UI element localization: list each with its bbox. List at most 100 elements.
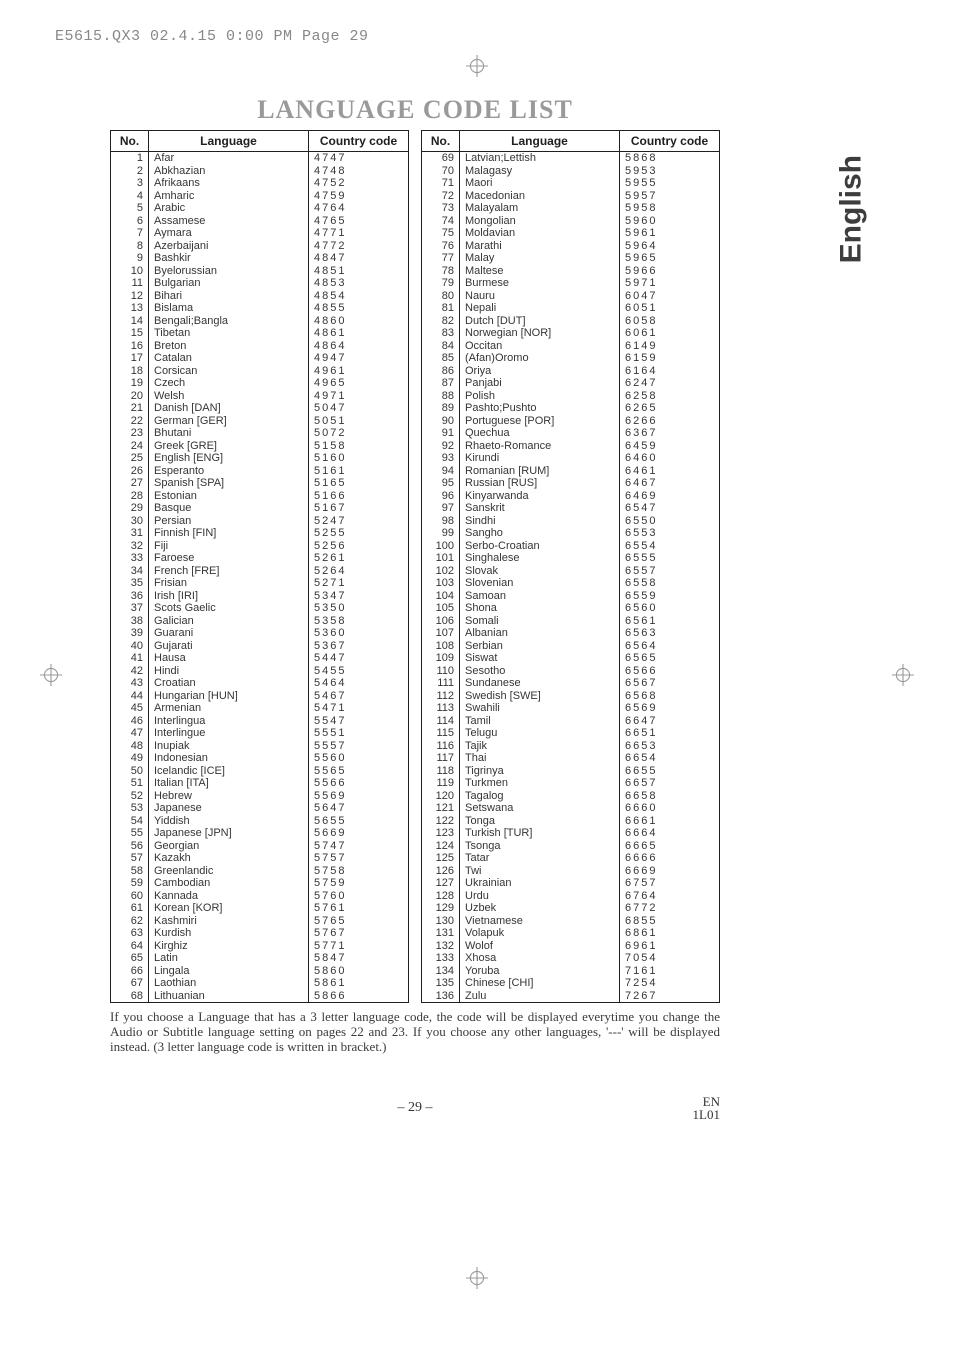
cell-code: 6258 xyxy=(620,390,720,403)
table-row: 1Afar4747 xyxy=(111,152,409,165)
cell-no: 124 xyxy=(422,840,460,853)
cell-lang: Korean [KOR] xyxy=(149,902,309,915)
cell-no: 51 xyxy=(111,777,149,790)
table-row: 129Uzbek6772 xyxy=(422,902,720,915)
table-row: 56Georgian5747 xyxy=(111,840,409,853)
table-row: 37Scots Gaelic5350 xyxy=(111,602,409,615)
table-row: 46Interlingua5547 xyxy=(111,715,409,728)
cell-lang: Tsonga xyxy=(460,840,620,853)
cell-no: 46 xyxy=(111,715,149,728)
cell-lang: Bislama xyxy=(149,302,309,315)
table-row: 89Pashto;Pushto6265 xyxy=(422,402,720,415)
table-row: 63Kurdish5767 xyxy=(111,927,409,940)
cell-code: 4854 xyxy=(309,290,409,303)
cell-lang: Siswat xyxy=(460,652,620,665)
table-row: 105Shona6560 xyxy=(422,602,720,615)
cell-no: 92 xyxy=(422,440,460,453)
cell-no: 9 xyxy=(111,252,149,265)
cell-lang: Welsh xyxy=(149,390,309,403)
cell-code: 5860 xyxy=(309,965,409,978)
cell-no: 69 xyxy=(422,152,460,165)
cell-code: 4965 xyxy=(309,377,409,390)
cell-lang: Maori xyxy=(460,177,620,190)
cell-no: 73 xyxy=(422,202,460,215)
cell-no: 76 xyxy=(422,240,460,253)
cell-no: 3 xyxy=(111,177,149,190)
cell-no: 101 xyxy=(422,552,460,565)
table-row: 74Mongolian5960 xyxy=(422,215,720,228)
table-row: 62Kashmiri5765 xyxy=(111,915,409,928)
cell-lang: Fiji xyxy=(149,540,309,553)
cell-no: 132 xyxy=(422,940,460,953)
cell-no: 10 xyxy=(111,265,149,278)
table-row: 103Slovenian6558 xyxy=(422,577,720,590)
cell-lang: Volapuk xyxy=(460,927,620,940)
print-slug: E5615.QX3 02.4.15 0:00 PM Page 29 xyxy=(55,28,369,45)
cell-no: 7 xyxy=(111,227,149,240)
cell-no: 100 xyxy=(422,540,460,553)
cell-code: 7161 xyxy=(620,965,720,978)
table-row: 19Czech4965 xyxy=(111,377,409,390)
table-row: 72Macedonian5957 xyxy=(422,190,720,203)
language-table-left: No. Language Country code 1Afar47472Abkh… xyxy=(110,130,409,1003)
cell-no: 39 xyxy=(111,627,149,640)
cell-code: 6658 xyxy=(620,790,720,803)
cell-no: 112 xyxy=(422,690,460,703)
cell-code: 5072 xyxy=(309,427,409,440)
cell-no: 127 xyxy=(422,877,460,890)
cell-code: 5160 xyxy=(309,452,409,465)
cell-no: 117 xyxy=(422,752,460,765)
table-row: 45Armenian5471 xyxy=(111,702,409,715)
col-code: Country code xyxy=(620,131,720,152)
cell-lang: Macedonian xyxy=(460,190,620,203)
cell-code: 5167 xyxy=(309,502,409,515)
cell-lang: Irish [IRI] xyxy=(149,590,309,603)
table-row: 48Inupiak5557 xyxy=(111,740,409,753)
cell-code: 6149 xyxy=(620,340,720,353)
cell-code: 6655 xyxy=(620,765,720,778)
cell-code: 5360 xyxy=(309,627,409,640)
cell-no: 70 xyxy=(422,165,460,178)
cell-no: 22 xyxy=(111,415,149,428)
cell-lang: Tatar xyxy=(460,852,620,865)
cell-no: 97 xyxy=(422,502,460,515)
cell-no: 115 xyxy=(422,727,460,740)
table-row: 77Malay5965 xyxy=(422,252,720,265)
cell-lang: Afrikaans xyxy=(149,177,309,190)
cell-lang: German [GER] xyxy=(149,415,309,428)
cell-code: 6566 xyxy=(620,665,720,678)
table-row: 11Bulgarian4853 xyxy=(111,277,409,290)
cell-lang: Bihari xyxy=(149,290,309,303)
table-row: 95Russian [RUS]6467 xyxy=(422,477,720,490)
cell-lang: Tamil xyxy=(460,715,620,728)
table-row: 12Bihari4854 xyxy=(111,290,409,303)
cell-no: 120 xyxy=(422,790,460,803)
cell-code: 6961 xyxy=(620,940,720,953)
cell-code: 6772 xyxy=(620,902,720,915)
cell-lang: Nepali xyxy=(460,302,620,315)
table-row: 55Japanese [JPN]5669 xyxy=(111,827,409,840)
cell-code: 6159 xyxy=(620,352,720,365)
cell-code: 6164 xyxy=(620,365,720,378)
cell-lang: Uzbek xyxy=(460,902,620,915)
cell-no: 60 xyxy=(111,890,149,903)
cell-lang: Tajik xyxy=(460,740,620,753)
table-row: 133Xhosa7054 xyxy=(422,952,720,965)
table-row: 60Kannada5760 xyxy=(111,890,409,903)
table-row: 125Tatar6666 xyxy=(422,852,720,865)
cell-lang: Scots Gaelic xyxy=(149,602,309,615)
table-row: 102Slovak6557 xyxy=(422,565,720,578)
table-row: 30Persian5247 xyxy=(111,515,409,528)
cell-no: 41 xyxy=(111,652,149,665)
cell-lang: Mongolian xyxy=(460,215,620,228)
cell-lang: Hungarian [HUN] xyxy=(149,690,309,703)
cell-code: 6558 xyxy=(620,577,720,590)
cell-code: 4860 xyxy=(309,315,409,328)
table-row: 41Hausa5447 xyxy=(111,652,409,665)
cell-code: 6568 xyxy=(620,690,720,703)
cell-code: 6660 xyxy=(620,802,720,815)
cell-code: 6861 xyxy=(620,927,720,940)
cell-code: 5866 xyxy=(309,990,409,1003)
cell-no: 42 xyxy=(111,665,149,678)
cell-no: 6 xyxy=(111,215,149,228)
